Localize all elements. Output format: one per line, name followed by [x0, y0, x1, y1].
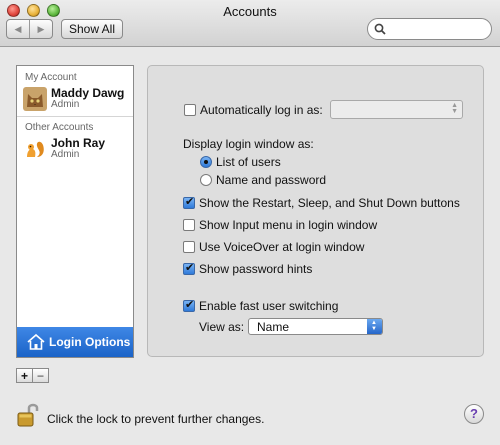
my-account-header: My Account	[25, 72, 77, 83]
divider	[17, 116, 133, 117]
show-restart-buttons-row[interactable]: Show the Restart, Sleep, and Shut Down b…	[183, 195, 460, 210]
show-password-hints-row[interactable]: Show password hints	[183, 261, 313, 276]
window-title: Accounts	[223, 4, 277, 19]
add-account-button[interactable]: +	[16, 368, 33, 383]
checkbox-label: Use VoiceOver at login window	[199, 240, 365, 254]
lock-icon[interactable]	[17, 402, 39, 428]
account-name: Maddy Dawg	[51, 86, 125, 100]
show-all-button[interactable]: Show All	[61, 19, 123, 39]
auto-login-checkbox[interactable]	[184, 104, 196, 116]
cat-icon	[23, 87, 47, 111]
auto-login-user-select[interactable]: ▲ ▼	[330, 100, 463, 119]
use-voiceover-checkbox[interactable]	[183, 241, 195, 253]
checkbox-label: Show the Restart, Sleep, and Shut Down b…	[199, 196, 460, 210]
checkbox-label: Show Input menu in login window	[199, 218, 378, 232]
select-arrows-icon: ▲ ▼	[367, 319, 382, 334]
auto-login-row: Automatically log in as:	[184, 103, 323, 117]
add-remove-control: + −	[16, 368, 49, 383]
radio-label: Name and password	[216, 173, 327, 187]
auto-login-label: Automatically log in as:	[200, 103, 323, 117]
view-as-value: Name	[257, 320, 290, 334]
show-restart-buttons-checkbox[interactable]	[183, 195, 195, 209]
search-input[interactable]	[367, 18, 492, 40]
checkbox-label: Show password hints	[199, 262, 313, 276]
use-voiceover-row[interactable]: Use VoiceOver at login window	[183, 240, 364, 254]
accounts-list: My Account Maddy Dawg Admin Other Accoun…	[16, 65, 134, 358]
radio-button[interactable]	[200, 156, 212, 168]
display-login-header: Display login window as:	[183, 137, 314, 151]
remove-account-button[interactable]: −	[32, 368, 49, 383]
house-icon	[27, 333, 45, 350]
squirrel-icon	[27, 141, 44, 157]
view-as-label: View as:	[199, 320, 245, 334]
show-input-menu-checkbox[interactable]	[183, 219, 195, 231]
account-role: Admin	[51, 149, 80, 160]
select-arrows-icon: ▲ ▼	[451, 102, 458, 115]
window-titlebar: Accounts ◀ ▶ Show All	[0, 0, 500, 47]
back-icon[interactable]: ◀	[7, 20, 30, 38]
radio-label: List of users	[216, 155, 281, 169]
help-button[interactable]: ?	[464, 404, 484, 424]
checkbox-label: Enable fast user switching	[199, 299, 339, 313]
back-forward-control: ◀ ▶	[6, 19, 53, 39]
account-name: John Ray	[51, 136, 106, 150]
fast-user-switching-checkbox[interactable]	[183, 298, 195, 312]
radio-list-of-users[interactable]: List of users	[200, 155, 281, 169]
show-input-menu-row[interactable]: Show Input menu in login window	[183, 218, 377, 232]
account-role: Admin	[51, 99, 80, 110]
fast-user-switching-row[interactable]: Enable fast user switching	[183, 298, 339, 313]
show-password-hints-checkbox[interactable]	[183, 261, 195, 275]
radio-name-and-password[interactable]: Name and password	[200, 173, 326, 187]
lock-message: Click the lock to prevent further change…	[47, 412, 265, 426]
login-options-item[interactable]: Login Options	[17, 327, 133, 357]
login-options-label: Login Options	[49, 335, 131, 349]
radio-button[interactable]	[200, 174, 212, 186]
account-item-john-ray[interactable]: John Ray Admin	[23, 135, 131, 165]
forward-icon[interactable]: ▶	[30, 20, 52, 38]
other-accounts-header: Other Accounts	[25, 122, 94, 133]
account-item-maddy-dawg[interactable]: Maddy Dawg Admin	[23, 85, 131, 115]
search-icon	[374, 23, 386, 35]
view-as-select[interactable]: Name ▲ ▼	[248, 318, 383, 335]
